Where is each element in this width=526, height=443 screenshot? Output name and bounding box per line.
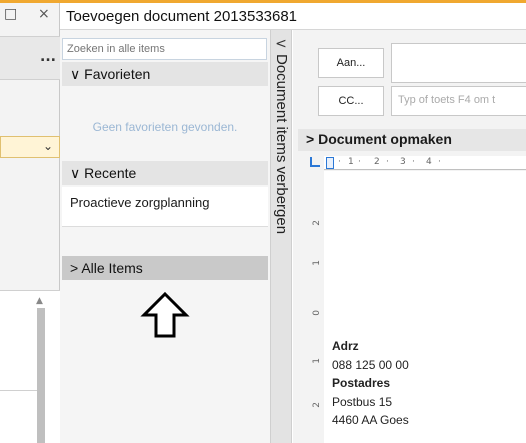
document-line: Postbus 15 [332,395,393,409]
chevron-right-icon: > [306,131,315,147]
more-options-icon[interactable]: ... [40,49,56,65]
chevron-down-icon: ⌄ [42,139,53,153]
document-line: Postadres [332,376,391,390]
scroll-up-icon[interactable]: ▲ [36,296,43,306]
chevron-down-icon: ∨ [70,66,81,82]
favorites-label: Favorieten [84,66,151,82]
indent-marker-icon[interactable] [326,157,334,169]
document-line: Adrz [332,339,359,353]
cc-field[interactable]: Typ of toets F4 om t [391,86,526,116]
search-input[interactable] [62,38,267,60]
tab-stop-selector-icon[interactable] [310,157,320,167]
window-controls: □ × [0,6,60,28]
ruler-tick-label: 1 [348,157,354,167]
ruler-tick-label: 2 [312,220,322,226]
up-outline-arrow-icon [140,291,190,338]
ruler-tick-label: 1 [312,358,322,364]
vertical-ruler: 2 1 0 1 2 [312,172,322,443]
list-divider [0,390,37,391]
background-dropdown[interactable]: ⌄ [0,136,60,158]
scrollbar-thumb[interactable] [37,308,45,443]
favorites-section-header[interactable]: ∨ Favorieten [62,62,268,86]
chevron-right-icon: > [70,260,79,276]
maximize-icon[interactable]: □ [4,6,17,22]
chevron-down-icon: ∨ [70,165,81,181]
ruler-tick-label: 3 [400,157,406,167]
background-toolbar: ... [0,36,60,80]
document-format-label: Document opmaken [318,131,452,147]
document-items-panel [60,30,270,443]
to-button[interactable]: Aan... [318,48,384,78]
ruler-tick-label: 1 [312,260,322,266]
dialog-title: Toevoegen document 2013533681 [66,8,298,25]
ruler-tick-label: 2 [374,157,380,167]
to-field[interactable] [391,43,526,83]
document-line: 4460 AA Goes [332,413,409,427]
recent-section-header[interactable]: ∨ Recente [62,161,268,185]
horizontal-ruler[interactable]: · 1 · 2 · 3 · 4 · [324,156,526,170]
ruler-tick-label: 4 [426,157,432,167]
all-items-label: Alle Items [81,260,143,276]
recent-item[interactable]: Proactieve zorgplanning [62,187,268,227]
document-line: 088 125 00 00 [332,358,409,372]
favorites-empty-message: Geen favorieten gevonden. [92,120,238,134]
ruler-tick-label: 2 [312,402,322,408]
hide-document-items-label[interactable]: Document items verbergen [272,54,290,274]
background-list [0,290,60,443]
all-items-section-header[interactable]: > Alle Items [62,256,268,280]
collapse-chevron-icon[interactable]: < [273,36,289,52]
close-icon[interactable]: × [38,6,50,22]
document-format-section-header[interactable]: > Document opmaken [298,129,526,151]
ruler-tick-label: 0 [312,310,322,316]
recent-label: Recente [84,165,137,181]
cc-button[interactable]: CC... [318,86,384,116]
